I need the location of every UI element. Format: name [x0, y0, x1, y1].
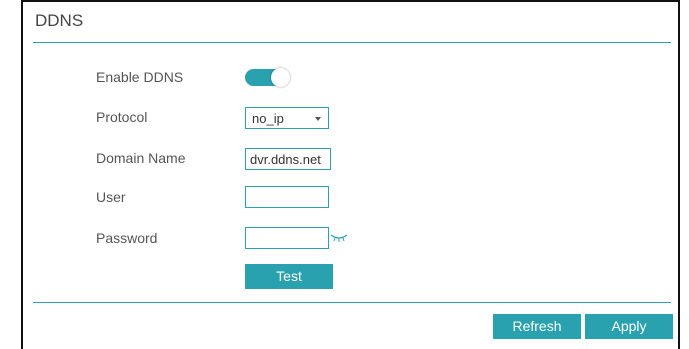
chevron-down-icon — [315, 117, 321, 121]
enable-ddns-label: Enable DDNS — [96, 69, 184, 85]
apply-button[interactable]: Apply — [585, 314, 673, 339]
test-button[interactable]: Test — [245, 264, 333, 289]
eye-closed-icon[interactable] — [330, 233, 348, 243]
protocol-select[interactable]: no_ip — [245, 107, 329, 129]
password-label: Password — [96, 230, 158, 246]
password-field[interactable] — [245, 227, 329, 249]
enable-ddns-toggle[interactable] — [245, 68, 290, 87]
domain-name-label: Domain Name — [96, 150, 186, 166]
refresh-button[interactable]: Refresh — [493, 314, 581, 339]
footer-divider — [33, 302, 671, 303]
header-divider — [33, 42, 671, 43]
protocol-label: Protocol — [96, 109, 148, 125]
toggle-knob — [271, 68, 290, 87]
protocol-select-value: no_ip — [252, 111, 284, 126]
panel-title: DDNS — [35, 11, 84, 30]
domain-name-field[interactable] — [245, 148, 331, 170]
ddns-panel: DDNS Enable DDNS Protocol no_ip Domain N… — [21, 0, 680, 349]
user-label: User — [96, 189, 126, 205]
user-field[interactable] — [245, 186, 329, 208]
